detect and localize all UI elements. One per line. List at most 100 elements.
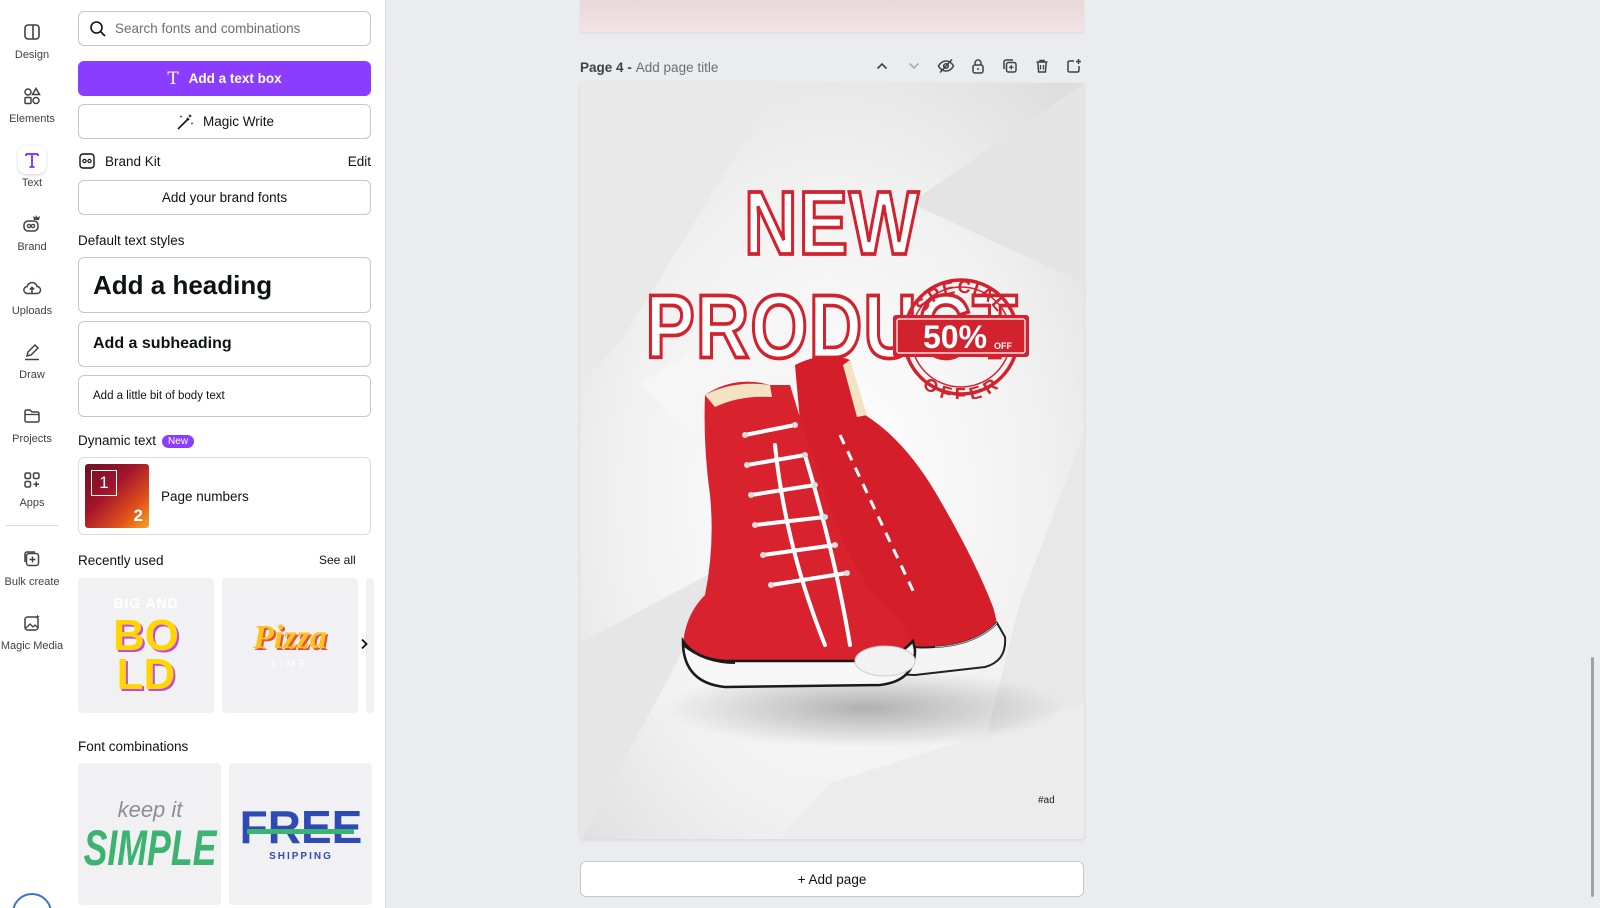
design-icon (18, 18, 46, 46)
search-input[interactable] (115, 21, 365, 36)
combo-keep-it-simple[interactable]: keep it SIMPLE (78, 763, 221, 905)
add-text-box-button[interactable]: T Add a text box (78, 61, 371, 96)
chevron-right-icon[interactable] (359, 637, 369, 653)
side-rail: Design Elements Text Brand Uploads Draw (0, 0, 64, 908)
design-page[interactable]: NEW PRODUCT SPECIAL OFFER 50% OFF #ad (580, 83, 1084, 839)
font-combinations-title: Font combinations (78, 739, 189, 754)
add-page-button[interactable]: + Add page (580, 861, 1084, 897)
svg-text:SPECIAL: SPECIAL (911, 277, 1010, 316)
projects-icon (18, 402, 46, 430)
rail-label: Elements (9, 113, 55, 125)
see-all-link[interactable]: See all (319, 553, 356, 567)
canvas-scrollbar[interactable] (1591, 657, 1594, 897)
brand-kit-label: Brand Kit (105, 153, 161, 169)
apps-icon (18, 466, 46, 494)
body-text-sample: Add a little bit of body text (93, 390, 225, 402)
page-title-input[interactable]: Add page title (636, 60, 719, 75)
rail-label: Projects (12, 433, 52, 445)
trash-icon (1036, 59, 1048, 73)
rail-label: Text (21, 177, 43, 189)
rail-item-bulk-create[interactable]: Bulk create (0, 537, 64, 597)
magic-wand-icon (177, 113, 194, 130)
pizza-time-preview: Pizza Pizza TIME (252, 619, 329, 670)
dynamic-text-label: Dynamic text (78, 433, 157, 448)
search-icon (90, 20, 106, 37)
page-numbers-label: Page numbers (161, 488, 249, 504)
rail-item-projects[interactable]: Projects (0, 394, 64, 454)
page-number-label: Page 4 - (580, 59, 632, 75)
keep-it-text: keep it (118, 797, 184, 822)
duplicate-icon (1003, 59, 1017, 73)
magic-write-label: Magic Write (202, 114, 274, 129)
rail-item-text[interactable]: Text (0, 138, 64, 198)
assistant-button[interactable] (12, 893, 52, 908)
ad-hashtag-text[interactable]: #ad (1038, 795, 1055, 806)
add-page-after-button[interactable] (1064, 56, 1084, 76)
magic-write-button[interactable]: Magic Write (78, 104, 371, 139)
rail-label: Bulk create (4, 576, 60, 588)
big-and-text: BIG AND (113, 595, 179, 611)
recent-font-big-and-bold[interactable]: BIG AND BO BO LD LD (78, 578, 214, 713)
add-body-text-card[interactable]: Add a little bit of body text (78, 375, 371, 417)
previous-page-bottom[interactable] (580, 0, 1084, 32)
free-stripe (247, 829, 354, 834)
brand-icon (18, 210, 46, 238)
move-page-up-button[interactable] (872, 56, 892, 76)
combo-free-shipping[interactable]: FREE SHIPPING (229, 763, 372, 905)
recently-used-title: Recently used (78, 553, 164, 568)
shipping-text: SHIPPING (269, 851, 333, 862)
search-box[interactable] (78, 11, 371, 46)
add-brand-fonts-label: Add your brand fonts (161, 190, 288, 205)
rail-item-brand[interactable]: Brand (0, 202, 64, 262)
simple-text: SIMPLE (84, 820, 218, 877)
rail-label: Brand (17, 241, 47, 253)
free-shipping-preview: FREE SHIPPING (240, 801, 363, 862)
uploads-icon (18, 274, 46, 302)
subheading-sample: Add a subheading (93, 335, 232, 352)
text-icon (18, 146, 46, 174)
rail-divider (6, 525, 58, 526)
move-page-down-button[interactable] (904, 56, 924, 76)
page-header: Page 4 - Add page title (580, 56, 1084, 78)
new-badge: New (162, 435, 195, 448)
rail-label: Draw (19, 369, 45, 381)
dynamic-text-title: Dynamic text New (78, 433, 195, 448)
page-numbers-card[interactable]: 1 2 Page numbers (78, 457, 371, 535)
text-panel: T Add a text box Magic Write Brand Kit E… (64, 0, 386, 908)
add-brand-fonts-button[interactable]: Add your brand fonts (78, 180, 371, 215)
add-page-icon (1067, 59, 1081, 73)
magic-media-icon (18, 609, 46, 637)
rail-item-uploads[interactable]: Uploads (0, 266, 64, 326)
badge-special-text: SPECIAL (911, 277, 1009, 316)
rail-item-apps[interactable]: Apps (0, 458, 64, 518)
brand-kit-icon (79, 153, 95, 169)
delete-page-button[interactable] (1032, 56, 1052, 76)
rail-item-magic-media[interactable]: Magic Media (0, 601, 64, 661)
rail-item-elements[interactable]: Elements (0, 74, 64, 134)
bold-line2: LD (117, 650, 176, 699)
rail-label: Magic Media (0, 640, 64, 652)
rail-item-draw[interactable]: Draw (0, 330, 64, 390)
page-number-one: 1 (91, 470, 117, 496)
page-numbers-thumbnail: 1 2 (85, 464, 149, 528)
add-text-box-label: Add a text box (188, 71, 282, 86)
lock-page-button[interactable] (968, 56, 988, 76)
chevron-down-icon (908, 62, 920, 70)
add-subheading-card[interactable]: Add a subheading (78, 321, 371, 367)
eye-off-icon (937, 58, 955, 74)
free-text: FREE (240, 801, 363, 853)
rail-item-design[interactable]: Design (0, 10, 64, 70)
rail-label: Apps (19, 497, 45, 509)
elements-icon (18, 82, 46, 110)
duplicate-page-button[interactable] (1000, 56, 1020, 76)
red-sneakers-image[interactable] (675, 345, 1035, 705)
hide-page-button[interactable] (936, 56, 956, 76)
keep-it-simple-preview: keep it SIMPLE (84, 797, 218, 877)
brand-kit-edit-link[interactable]: Edit (348, 154, 371, 169)
add-heading-card[interactable]: Add a heading (78, 257, 371, 313)
rail-label: Uploads (11, 305, 53, 317)
brand-kit-row: Brand Kit Edit (78, 150, 371, 172)
recent-font-pizza-time[interactable]: Pizza Pizza TIME (222, 578, 358, 713)
text-icon: T (167, 68, 179, 89)
page-toolbar (872, 56, 1084, 76)
